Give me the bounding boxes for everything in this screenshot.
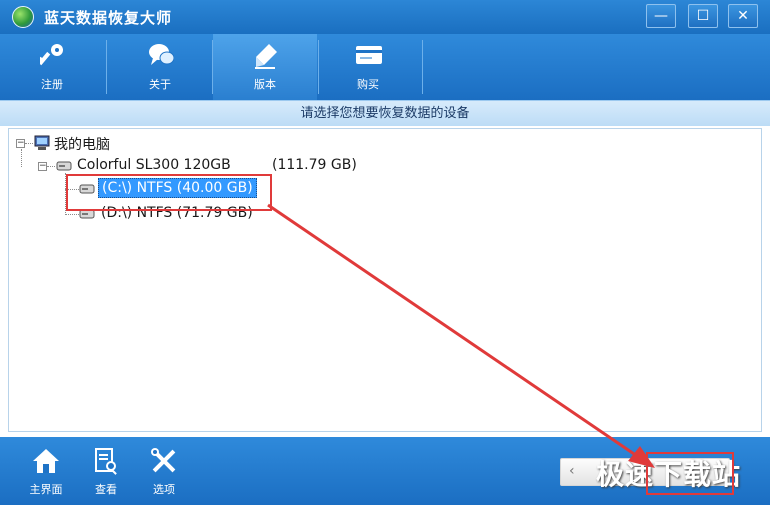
disk-name: Colorful SL300 120GB — [77, 157, 231, 173]
toolbar-version-button[interactable]: 版本 — [213, 34, 317, 100]
view-button[interactable]: 查看 — [76, 437, 136, 505]
home-icon — [33, 449, 59, 473]
toolbar-register-button[interactable]: 注册 — [0, 34, 104, 100]
tree-connector — [21, 149, 22, 167]
key-icon — [40, 44, 63, 66]
toolbar-register-label: 注册 — [41, 78, 63, 91]
annotation-highlight-box — [646, 452, 734, 495]
collapse-disk-icon[interactable]: − — [38, 162, 47, 171]
window-title: 蓝天数据恢复大师 — [44, 9, 173, 27]
app-logo-icon — [12, 6, 34, 28]
toolbar-separator — [422, 40, 423, 94]
toolbar-separator — [106, 40, 107, 94]
toolbar-about-label: 关于 — [149, 78, 171, 91]
chevron-left-icon: ‹ — [569, 463, 575, 479]
pen-icon — [255, 44, 277, 69]
annotation-highlight-box — [66, 174, 272, 211]
device-tree[interactable]: − 我的电脑 − Colorful SL300 120GB (111.79 GB… — [8, 128, 762, 432]
minimize-button[interactable]: — — [646, 4, 676, 28]
maximize-button[interactable]: ☐ — [688, 4, 718, 28]
chat-bubbles-icon — [149, 44, 174, 65]
options-label: 选项 — [153, 483, 175, 496]
card-icon — [356, 46, 382, 64]
title-bar: 蓝天数据恢复大师 — ☐ ✕ — [0, 0, 770, 34]
toolbar-buy-button[interactable]: 购买 — [316, 34, 420, 100]
toolbar-about-button[interactable]: 关于 — [108, 34, 212, 100]
document-search-icon — [95, 448, 117, 475]
collapse-root-icon[interactable]: − — [16, 139, 25, 148]
options-button[interactable]: 选项 — [134, 437, 194, 505]
close-button[interactable]: ✕ — [728, 4, 758, 28]
tree-connector — [25, 143, 33, 144]
tree-connector — [47, 166, 55, 167]
tree-item-my-computer[interactable]: 我的电脑 — [54, 134, 110, 154]
toolbar-buy-label: 购买 — [357, 78, 379, 91]
instruction-header: 请选择您想要恢复数据的设备 — [0, 100, 770, 126]
home-label: 主界面 — [29, 483, 63, 496]
hard-disk-icon — [56, 161, 72, 171]
home-button[interactable]: 主界面 — [16, 437, 76, 505]
top-toolbar: 注册 关于 版本 购买 — [0, 34, 770, 100]
disk-size: (111.79 GB) — [272, 157, 357, 173]
tools-icon — [151, 448, 176, 473]
tree-item-disk[interactable]: Colorful SL300 120GB — [77, 157, 231, 173]
view-label: 查看 — [95, 483, 117, 496]
bottom-toolbar: 主界面 查看 选项 ‹ 极速下载站 — [0, 437, 770, 505]
computer-icon — [34, 135, 50, 150]
toolbar-version-label: 版本 — [254, 78, 276, 91]
tree-connector — [65, 214, 79, 215]
